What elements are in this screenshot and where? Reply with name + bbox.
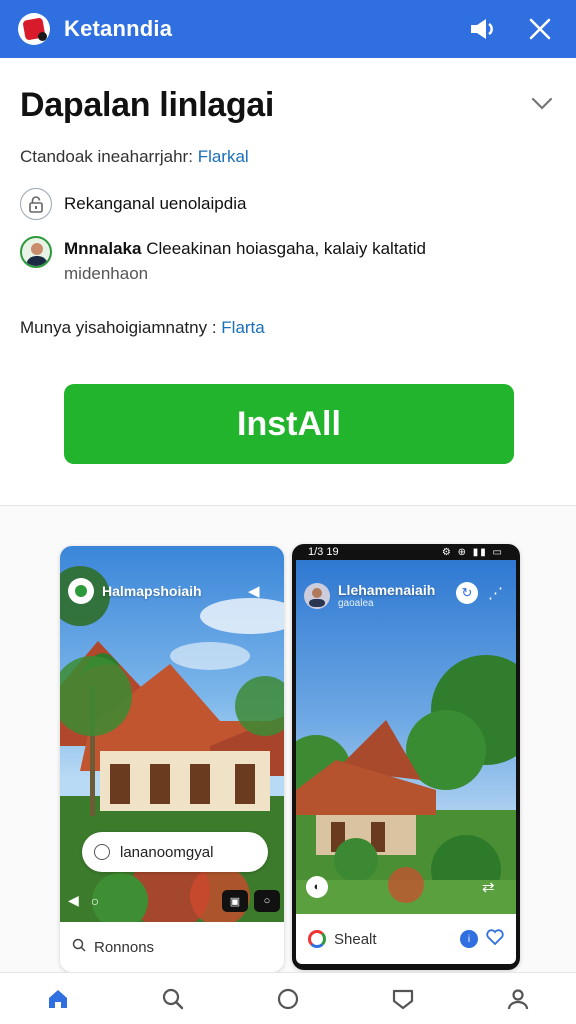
status-icons: ⚙ ⊕ ▮▮ ▭ xyxy=(441,546,504,558)
info-prefix: Munya yisahoigiamnatny : xyxy=(20,318,217,337)
speaker-icon: ◀ xyxy=(68,892,79,908)
nav-home[interactable] xyxy=(34,975,82,1023)
scene-controls-right-2: ⇄ xyxy=(482,878,495,896)
avatar xyxy=(304,582,330,609)
share-icon: ⋰ xyxy=(488,585,503,602)
app-mini-logo xyxy=(68,578,94,604)
search-icon xyxy=(72,938,86,956)
lock-icon xyxy=(20,188,52,220)
swirl-icon: ↻ xyxy=(456,582,478,604)
nav-profile[interactable] xyxy=(494,975,542,1023)
card-footer-text: Ronnons xyxy=(94,938,155,956)
app-name: Ketanndia xyxy=(64,16,173,41)
developer-line: Ctandoak ineaharrjahr: Flarkal xyxy=(20,147,249,167)
gallery-icon: ⇄ xyxy=(482,879,495,896)
pill-icon xyxy=(94,844,110,860)
screenshot-image-1: Halmapshoiaih ◀ lananoomgyal ◀ ○ ▣ ○ xyxy=(60,546,284,922)
footer-actions: i xyxy=(460,929,504,949)
speaker-icon: ◀ xyxy=(248,583,260,600)
card-footer-1: Ronnons xyxy=(60,922,284,972)
scene-controls-left-2: ◐ xyxy=(306,876,328,898)
info-line: Munya yisahoigiamnatny : Flarta xyxy=(20,318,265,338)
shield-icon xyxy=(393,989,414,1009)
developer-link[interactable]: Flarkal xyxy=(198,147,249,166)
screenshot-card-2[interactable]: 1/3 19 ⚙ ⊕ ▮▮ ▭ Llehamenaiaih gaoalea ↻ … xyxy=(292,544,520,970)
info-icon[interactable]: i xyxy=(460,930,478,948)
heart-icon[interactable] xyxy=(486,929,504,949)
chevron-down-icon[interactable] xyxy=(528,92,556,116)
status-time: 1/3 19 xyxy=(308,546,339,558)
page-title: Dapalan linlagai xyxy=(20,86,275,124)
search-icon xyxy=(162,988,183,1009)
nav-shield[interactable] xyxy=(379,975,427,1023)
avatar xyxy=(20,236,52,268)
app-header-1: Halmapshoiaih xyxy=(68,578,202,604)
status-bar: 1/3 19 ⚙ ⊕ ▮▮ ▭ xyxy=(296,544,516,560)
search-pill: lananoomgyal xyxy=(82,832,268,872)
top-app-bar: Ketanndia xyxy=(0,0,576,58)
pill-text: lananoomgyal xyxy=(120,843,214,861)
rating-row: Rekanganal uenolaipdia xyxy=(20,188,246,220)
install-button[interactable]: InstAll xyxy=(64,384,514,464)
home-indicator xyxy=(352,966,460,970)
reviewer-row: Mnnalaka Cleeakinan hoiasgaha, kalaiy ka… xyxy=(20,236,426,286)
app-title-block: Llehamenaiaih gaoalea xyxy=(330,582,435,609)
scene-controls-left: ◀ ○ xyxy=(68,892,99,909)
screenshot-image-2: Llehamenaiaih gaoalea ↻ ⋰ ◐ ⇄ xyxy=(296,560,516,920)
circle-icon: ◐ xyxy=(306,876,328,898)
screenshot-subtitle: gaoalea xyxy=(338,598,374,609)
screenshot-title: Halmapshoiaih xyxy=(102,583,202,599)
rating-label: Rekanganal uenolaipdia xyxy=(64,194,247,213)
reviewer-name: Mnnalaka xyxy=(64,239,142,258)
app-header-2: Llehamenaiaih gaoalea xyxy=(304,582,435,609)
reviewer-block: Mnnalaka Cleeakinan hoiasgaha, kalaiy ka… xyxy=(64,236,426,286)
profile-icon xyxy=(508,988,529,1009)
card-footer-text: Shealt xyxy=(334,930,377,948)
reviewer-text: Cleeakinan hoiasgaha, kalaiy kaltatid xyxy=(146,239,426,258)
scene-controls-right: ▣ ○ xyxy=(216,890,280,912)
close-icon[interactable] xyxy=(522,11,558,47)
app-logo xyxy=(18,13,50,45)
gallery-icon: ▣ xyxy=(222,890,248,912)
share-icon[interactable] xyxy=(464,11,500,47)
chrome-icon xyxy=(308,930,326,948)
home-icon xyxy=(48,989,67,1008)
nav-circle[interactable] xyxy=(264,975,312,1023)
info-link[interactable]: Flarta xyxy=(221,318,264,337)
developer-prefix: Ctandoak ineaharrjahr: xyxy=(20,147,193,166)
card-footer-2: Shealt i xyxy=(296,914,516,964)
screenshot-title: Llehamenaiaih xyxy=(338,582,436,598)
circle-icon: ○ xyxy=(90,892,100,909)
reviewer-sub: midenhaon xyxy=(64,264,149,283)
nav-search[interactable] xyxy=(149,975,197,1023)
circle-icon xyxy=(277,988,299,1009)
circle-icon: ○ xyxy=(254,890,280,912)
screenshot-card-1[interactable]: Halmapshoiaih ◀ lananoomgyal ◀ ○ ▣ ○ Ron… xyxy=(60,546,284,972)
bottom-navigation xyxy=(0,972,576,1024)
